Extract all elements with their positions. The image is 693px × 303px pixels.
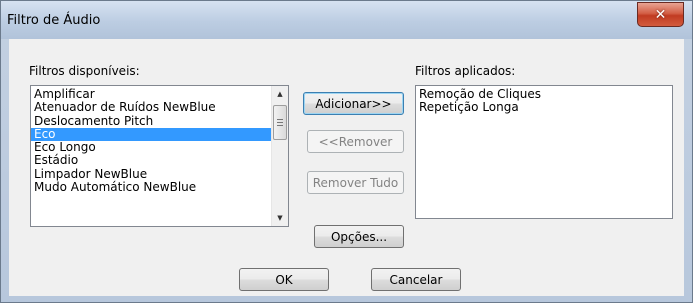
list-item[interactable]: Eco [31,127,272,142]
list-item[interactable]: Limpador NewBlue [31,167,272,181]
list-item[interactable]: Mudo Automático NewBlue [31,180,272,194]
list-item[interactable]: Repetição Longa [416,101,666,114]
scroll-up-icon[interactable]: ▲ [272,86,288,102]
applied-filters-label: Filtros aplicados: [415,64,516,78]
remove-all-button[interactable]: Remover Tudo [307,171,404,194]
list-item[interactable]: Eco Longo [31,141,272,154]
list-item[interactable]: Estádio [31,154,272,167]
applied-filters-list[interactable]: Remoção de Cliques Repetição Longa [415,85,673,219]
close-button[interactable]: ✕ [637,2,684,27]
audio-filter-dialog: Filtro de Áudio ✕ Filtros disponíveis: A… [0,0,693,303]
list-item[interactable]: Remoção de Cliques [416,87,666,101]
cancel-button[interactable]: Cancelar [371,268,461,291]
remove-button[interactable]: <<Remover [307,130,404,153]
title-bar[interactable]: Filtro de Áudio ✕ [1,1,692,39]
list-item[interactable]: Deslocamento Pitch [31,114,272,128]
list-item[interactable]: Atenuador de Ruídos NewBlue [31,101,272,114]
options-button[interactable]: Opções... [314,225,404,248]
dialog-body: Filtros disponíveis: Amplificar Atenuador… [9,39,684,296]
available-filters-label: Filtros disponíveis: [29,64,140,78]
window-title: Filtro de Áudio [7,13,101,28]
scroll-thumb[interactable] [273,105,287,140]
scroll-down-icon[interactable]: ▼ [272,210,288,226]
close-icon: ✕ [654,6,667,23]
available-filters-list[interactable]: Amplificar Atenuador de Ruídos NewBlue Des… [30,85,289,227]
add-button[interactable]: Adicionar>> [303,92,404,115]
available-list-scrollbar[interactable]: ▲ ▼ [271,86,288,226]
ok-button[interactable]: OK [239,268,329,291]
list-item[interactable]: Amplificar [31,87,272,101]
